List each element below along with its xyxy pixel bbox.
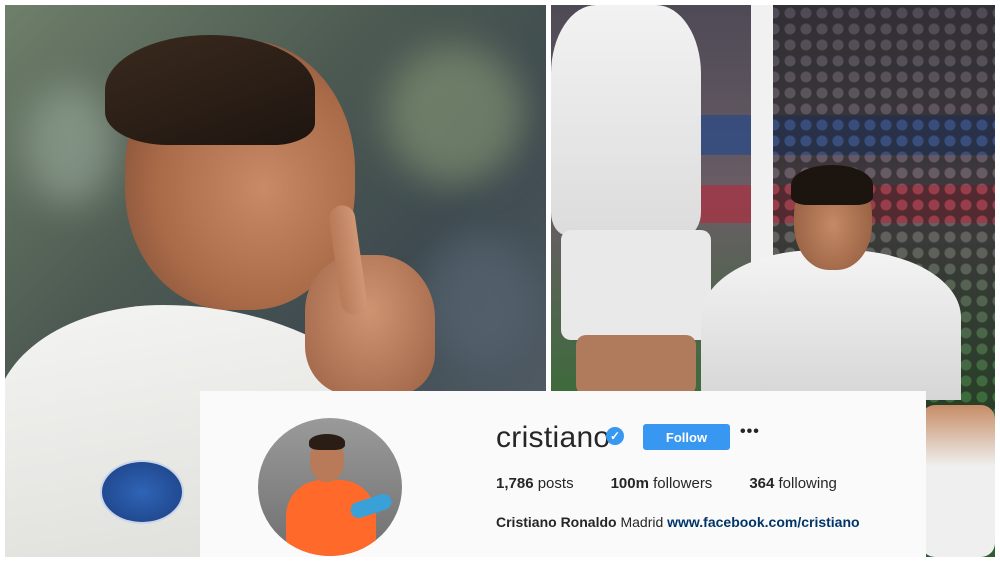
champions-league-badge-icon (100, 460, 184, 524)
profile-username: cristiano (496, 421, 611, 454)
posts-stat[interactable]: 1,786 posts (496, 475, 574, 492)
verified-badge-icon: ✓ (606, 427, 624, 445)
followers-label: followers (653, 475, 713, 492)
followers-count: 100m (610, 475, 649, 492)
posts-count: 1,786 (496, 475, 534, 492)
profile-bio: Cristiano Ronaldo Madrid www.facebook.co… (496, 514, 860, 530)
posts-label: posts (537, 475, 574, 492)
following-stat[interactable]: 364 following (749, 475, 837, 492)
profile-card: cristiano ✓ Follow ••• 1,786 posts 100m … (200, 391, 926, 557)
followers-stat[interactable]: 100m followers (611, 475, 713, 492)
following-label: following (778, 475, 837, 492)
profile-full-name: Cristiano Ronaldo (496, 514, 617, 530)
avatar[interactable] (258, 418, 402, 556)
profile-location: Madrid (620, 514, 664, 530)
more-options-icon[interactable]: ••• (740, 423, 760, 441)
follow-button[interactable]: Follow (643, 424, 730, 450)
profile-stats: 1,786 posts 100m followers 364 following (496, 475, 874, 492)
following-count: 364 (749, 475, 775, 492)
profile-website-link[interactable]: www.facebook.com/cristiano (667, 514, 859, 530)
